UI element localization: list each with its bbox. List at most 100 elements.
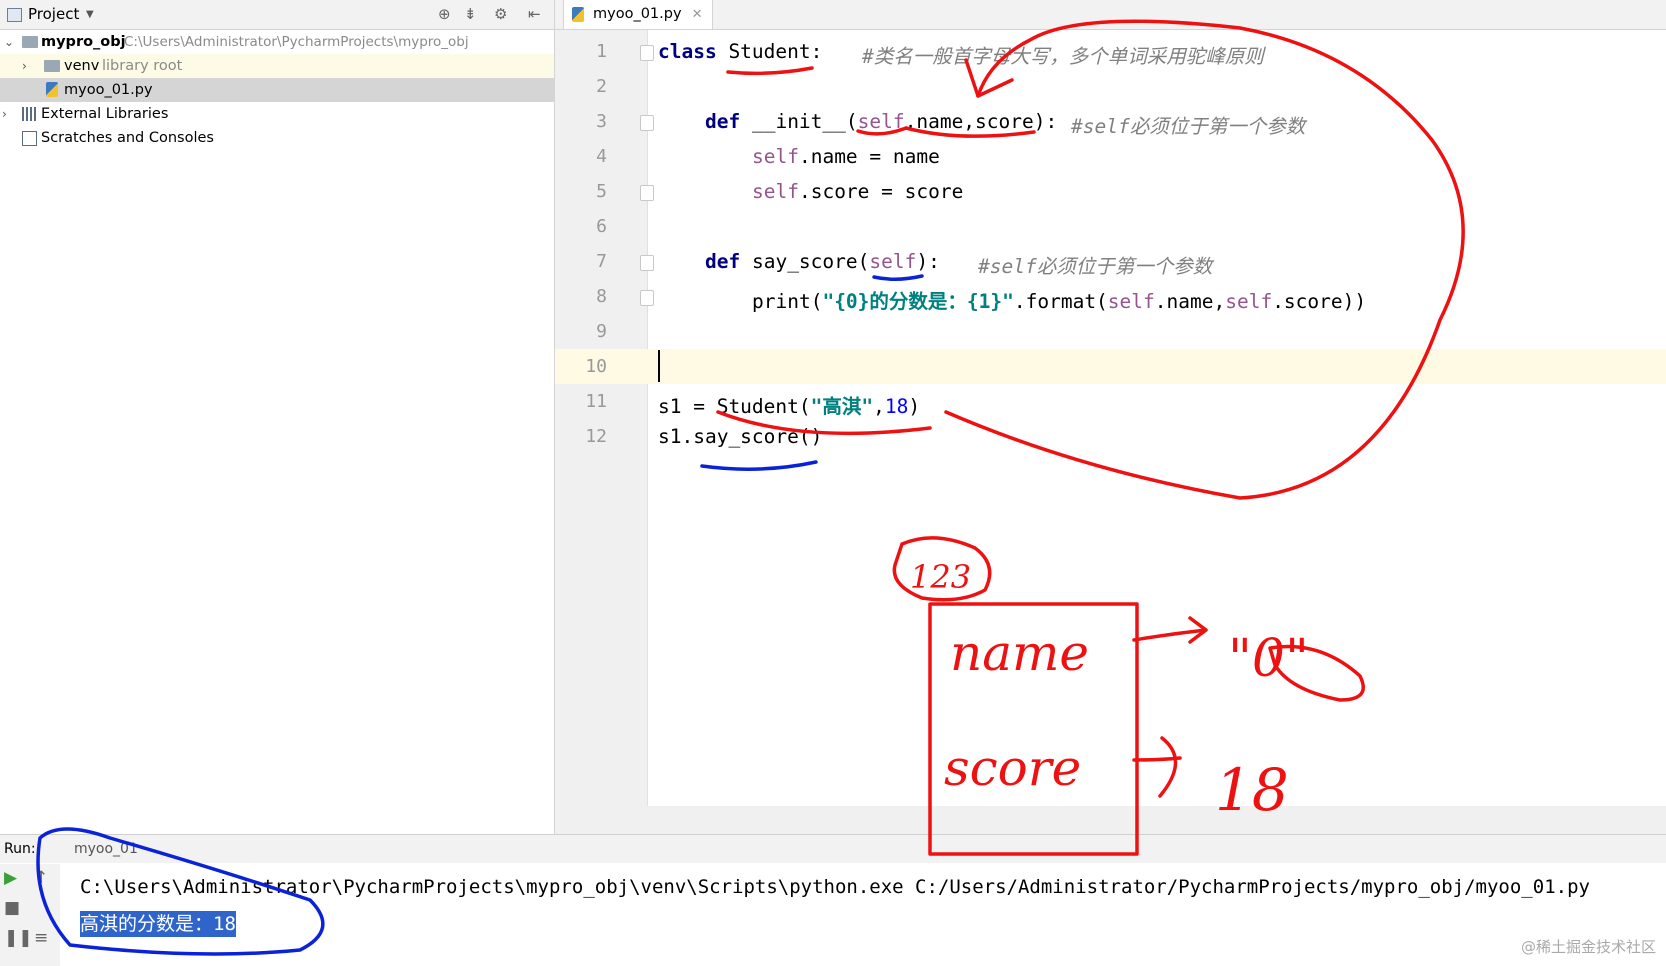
code-line-4: self.name = name — [752, 145, 940, 168]
watermark: @稀土掘金技术社区 — [1520, 938, 1656, 956]
string-literal: "{0}的分数是：{1}" — [822, 290, 1014, 313]
locate-icon[interactable]: ⊕ — [438, 0, 451, 29]
run-header: Run: myoo_01 — [0, 835, 1666, 863]
file-label: myoo_01.py — [64, 82, 153, 98]
libraries-icon — [22, 107, 37, 121]
python-file-icon — [46, 82, 58, 97]
self-ref: self — [1225, 290, 1273, 313]
class-name: Student: — [716, 40, 823, 63]
chevron-down-icon[interactable]: ▼ — [86, 0, 94, 29]
line-number: 9 — [596, 321, 607, 342]
chevron-down-icon[interactable]: ⌄ — [4, 30, 14, 54]
code-comment: #self必须位于第一个参数 — [1071, 115, 1306, 138]
code-line-8: print("{0}的分数是：{1}".format(self.name,sel… — [752, 285, 1366, 314]
collapse-icon[interactable]: ⇟ — [464, 0, 477, 29]
func-name: __init__( — [740, 110, 858, 133]
paren: ) — [908, 395, 921, 418]
console-output-selected[interactable]: 高淇的分数是：18 — [80, 911, 236, 937]
builtin: print( — [752, 290, 823, 313]
code-comment: #self必须位于第一个参数 — [978, 255, 1213, 278]
scratches-label: Scratches and Consoles — [41, 130, 214, 146]
run-tab[interactable]: myoo_01 — [52, 835, 148, 863]
self-param: self — [869, 250, 917, 273]
venv-note: library root — [102, 58, 183, 74]
line-number: 2 — [596, 76, 607, 97]
project-icon — [7, 8, 22, 22]
project-header: Project ▼ ⊕ ⇟ ⚙ ⇤ — [0, 0, 554, 30]
code-line-7: def say_score(self): — [705, 250, 940, 273]
project-root-name: mypro_obj — [41, 34, 126, 50]
fold-icon[interactable] — [640, 185, 654, 201]
params: ,name,score): — [904, 110, 1058, 133]
up-arrow-icon[interactable]: ↑ — [34, 868, 48, 888]
editor-footer — [555, 806, 1666, 834]
run-label: Run: — [4, 841, 36, 857]
self-ref: self — [752, 145, 799, 168]
code-line-12: s1.say_score() — [658, 425, 823, 448]
fold-icon[interactable] — [640, 45, 654, 61]
keyword: def — [705, 110, 741, 133]
fold-icon[interactable] — [640, 255, 654, 271]
number-literal: 18 — [884, 395, 909, 418]
line-number: 8 — [596, 286, 607, 307]
comma: , — [873, 395, 885, 418]
project-view-dropdown[interactable]: Project — [28, 0, 79, 29]
current-line-highlight — [555, 349, 1666, 384]
line-number: 11 — [585, 391, 607, 412]
tree-item-mypro-obj[interactable]: ⌄ mypro_obj C:\Users\Administrator\Pycha… — [0, 30, 554, 54]
tree-item-myoo-01[interactable]: myoo_01.py — [0, 78, 554, 102]
line-number: 4 — [596, 146, 607, 167]
scratches-icon — [22, 131, 37, 146]
keyword: def — [705, 250, 741, 273]
play-icon[interactable]: ▶ — [4, 868, 17, 888]
code-comment: #类名一般首字母大写，多个单词采用驼峰原则 — [862, 45, 1264, 68]
line-number: 12 — [585, 426, 607, 447]
func-name: say_score( — [740, 250, 870, 273]
venv-label: venv — [64, 58, 100, 74]
text-caret — [658, 350, 660, 382]
tree-item-external-libraries[interactable]: › External Libraries — [0, 102, 554, 126]
editor-tab-bar: myoo_01.py ✕ — [555, 0, 1666, 30]
python-file-icon — [572, 7, 584, 22]
chevron-right-icon[interactable]: › — [22, 54, 27, 78]
fold-icon[interactable] — [640, 290, 654, 306]
tree-item-venv[interactable]: › venv library root — [0, 54, 554, 78]
code-line-3: def __init__(self,name,score): — [705, 110, 1057, 133]
code-line-5: self.score = score — [752, 180, 963, 203]
method: .format( — [1013, 290, 1108, 313]
project-panel: Project ▼ ⊕ ⇟ ⚙ ⇤ ⌄ mypro_obj C:\Users\A… — [0, 0, 555, 834]
gear-icon[interactable]: ⚙ — [494, 0, 507, 29]
tab-myoo-01[interactable]: myoo_01.py ✕ — [563, 0, 713, 29]
keyword: class — [658, 40, 717, 63]
soft-wrap-icon[interactable]: ≡ — [34, 928, 48, 948]
line-number: 3 — [596, 111, 607, 132]
console-command: C:\Users\Administrator\PycharmProjects\m… — [80, 876, 1590, 898]
string-literal: "高淇" — [810, 395, 874, 418]
console-output[interactable]: 高淇的分数是：18 — [80, 909, 236, 937]
self-param: self — [857, 110, 905, 133]
fold-icon[interactable] — [640, 115, 654, 131]
hide-icon[interactable]: ⇤ — [528, 0, 541, 29]
close-icon[interactable]: ✕ — [692, 0, 703, 29]
external-libraries-label: External Libraries — [41, 106, 169, 122]
code-line-1: class Student: — [658, 40, 822, 63]
self-ref: self — [752, 180, 799, 203]
tab-label: myoo_01.py — [593, 6, 682, 22]
folder-icon — [44, 60, 60, 72]
code-line-11: s1 = Student("高淇",18) — [658, 390, 920, 419]
stmt: .name = name — [798, 145, 940, 168]
run-toolbar: ▶ ■ ❚❚ ↑ ≡ — [0, 864, 60, 966]
line-number: 10 — [585, 356, 607, 377]
line-number: 7 — [596, 251, 607, 272]
stmt: .score = score — [798, 180, 964, 203]
stop-icon[interactable]: ■ — [4, 898, 20, 918]
attr: .name, — [1154, 290, 1226, 313]
pause-icon[interactable]: ❚❚ — [4, 928, 33, 948]
tree-item-scratches[interactable]: Scratches and Consoles — [0, 126, 554, 150]
attr: .score)) — [1272, 290, 1367, 313]
run-panel: Run: myoo_01 ▶ ■ ❚❚ ↑ ≡ C:\Users\Adminis… — [0, 834, 1666, 966]
folder-icon — [22, 36, 38, 48]
params: ): — [916, 250, 940, 273]
stmt: s1 = Student( — [658, 395, 811, 418]
chevron-right-icon[interactable]: › — [2, 102, 7, 126]
